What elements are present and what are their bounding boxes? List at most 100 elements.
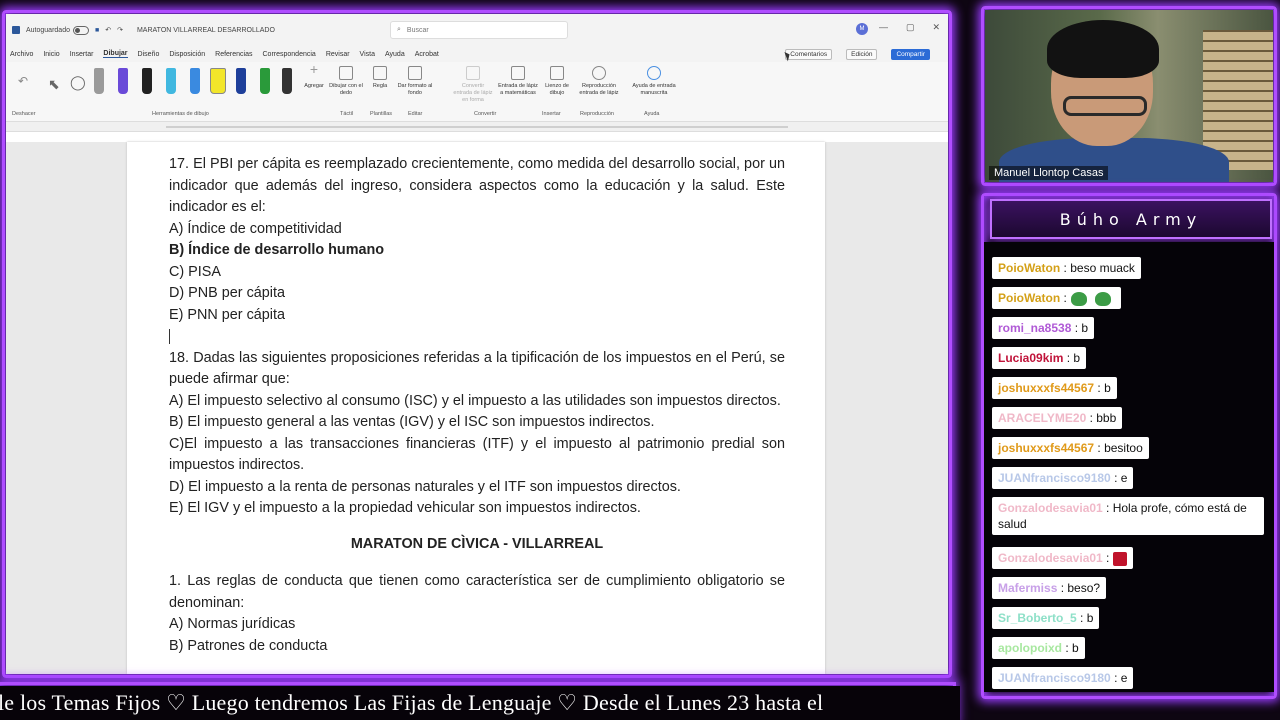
- question-1: 1. Las reglas de conducta que tienen com…: [169, 573, 785, 611]
- chat-message: Gonzalodesavia01 :: [992, 547, 1134, 569]
- presenter-name: Manuel Llontop Casas: [989, 166, 1109, 180]
- autosave-toggle[interactable]: Autoguardado: [26, 25, 89, 35]
- chat-message: JUANfrancisco9180 : e: [992, 467, 1134, 489]
- word-logo-icon: [12, 26, 20, 34]
- option-1b: B) Patrones de conducta: [169, 637, 328, 654]
- pen-gray-icon[interactable]: [94, 68, 104, 94]
- chat-text: : b: [1071, 321, 1089, 335]
- ruler-button[interactable]: Regla: [368, 66, 392, 90]
- toggle-icon: [72, 25, 89, 35]
- ticker-text: le los Temas Fijos ♡ Luego tendremos Las…: [0, 690, 824, 715]
- emote-icon: [1113, 551, 1128, 566]
- add-pen-button[interactable]: + Agregar: [302, 61, 326, 90]
- chat-username[interactable]: Gonzalodesavia01: [998, 501, 1103, 515]
- redo-icon[interactable]: ↷: [117, 26, 123, 34]
- chat-message: ARACELYME20 : bbb: [992, 407, 1123, 429]
- chat-username[interactable]: JUANfrancisco9180: [998, 671, 1111, 685]
- option-18e: E) El IGV y el impuesto a la propiedad v…: [169, 500, 641, 516]
- chat-text: :: [1060, 291, 1067, 305]
- finger-icon: [339, 66, 353, 80]
- undo-ribbon-icon[interactable]: ↶: [18, 74, 28, 88]
- glasses-icon: [1063, 96, 1147, 116]
- chat-text: : b: [1076, 611, 1094, 625]
- convert-shape-button[interactable]: Convertir entrada de lápiz en forma: [452, 66, 494, 104]
- chat-message: Sr_Boberto_5 : b: [992, 607, 1100, 629]
- section-title: MARATON DE CÌVICA - VILLARREAL: [350, 535, 604, 552]
- group-drawing-tools-label: Herramientas de dibujo: [152, 111, 209, 117]
- menu-insertar[interactable]: Insertar: [70, 51, 94, 58]
- pen-green-icon[interactable]: [260, 68, 270, 94]
- maximize-icon[interactable]: ▢: [906, 22, 915, 33]
- chat-text: : bbb: [1086, 411, 1117, 425]
- menu-dibujar[interactable]: Dibujar: [103, 50, 128, 58]
- plus-icon: +: [309, 61, 319, 77]
- edit-mode-button[interactable]: Edición: [846, 48, 878, 60]
- avatar[interactable]: M: [856, 23, 868, 35]
- chat-username[interactable]: Sr_Boberto_5: [998, 611, 1077, 625]
- chat-message: apolopoixd : b: [992, 637, 1085, 659]
- menu-archivo[interactable]: Archivo: [10, 51, 33, 58]
- close-icon[interactable]: ✕: [932, 22, 940, 33]
- pen-purple-icon[interactable]: [118, 68, 128, 94]
- chat-text: : b: [1062, 641, 1079, 655]
- format-background-button[interactable]: Dar formato al fondo: [396, 66, 434, 97]
- chat-message: PoioWaton :: [992, 287, 1121, 309]
- doc-title[interactable]: MARATON VILLARREAL DESARROLLADO: [137, 27, 275, 34]
- document-area: 17. El PBI per cápita es reemplazado cre…: [6, 142, 948, 674]
- pen-blue-icon[interactable]: [190, 68, 200, 94]
- highlighter-yellow-icon[interactable]: [210, 68, 226, 94]
- chat-message: joshuxxxfs44567 : b: [992, 377, 1117, 399]
- pen-navy-icon[interactable]: [236, 68, 246, 94]
- canvas-button[interactable]: Lienzo de dibujo: [542, 66, 572, 97]
- ruler[interactable]: [6, 122, 948, 132]
- share-button[interactable]: Compartir: [891, 48, 930, 60]
- ink-math-button[interactable]: Entrada de lápiz a matemáticas: [496, 66, 540, 97]
- chat-username[interactable]: joshuxxxfs44567: [998, 441, 1094, 455]
- chat-username[interactable]: PoioWaton: [998, 261, 1060, 275]
- menu-correspondencia[interactable]: Correspondencia: [263, 51, 316, 58]
- select-arrow-icon[interactable]: ⬉: [48, 76, 60, 93]
- option-18b: B) El impuesto general a las ventas (IGV…: [169, 414, 655, 430]
- menu-vista[interactable]: Vista: [360, 51, 375, 58]
- menu-acrobat[interactable]: Acrobat: [415, 51, 439, 58]
- chat-message: Gonzalodesavia01 : Hola profe, cómo está…: [992, 497, 1264, 535]
- pen-dark-icon[interactable]: [282, 68, 292, 94]
- undo-icon[interactable]: ↶: [105, 26, 111, 34]
- chat-message: PoioWaton : beso muack: [992, 257, 1141, 279]
- menu-diseno[interactable]: Diseño: [138, 51, 160, 58]
- document-body[interactable]: 17. El PBI per cápita es reemplazado cre…: [169, 154, 785, 657]
- question-17: 17. El PBI per cápita es reemplazado cre…: [169, 156, 785, 215]
- menu-referencias[interactable]: Referencias: [215, 51, 252, 58]
- lasso-icon[interactable]: ◯: [70, 74, 86, 91]
- menu-inicio[interactable]: Inicio: [43, 51, 59, 58]
- chat-message: Lucia09kim : b: [992, 347, 1087, 369]
- chat-username[interactable]: joshuxxxfs44567: [998, 381, 1094, 395]
- document-page[interactable]: 17. El PBI per cápita es reemplazado cre…: [127, 142, 825, 674]
- save-icon[interactable]: ■: [95, 27, 99, 34]
- menu-ayuda[interactable]: Ayuda: [385, 51, 405, 58]
- caret: [169, 328, 170, 344]
- comments-button[interactable]: Comentarios: [785, 48, 833, 60]
- chat-username[interactable]: PoioWaton: [998, 291, 1060, 305]
- search-input[interactable]: ⌕ Buscar: [390, 21, 568, 39]
- replay-button[interactable]: Reproducción entrada de lápiz: [576, 66, 622, 97]
- chat-message: joshuxxxfs44567 : besitoo: [992, 437, 1149, 459]
- chat-username[interactable]: Mafermiss: [998, 581, 1057, 595]
- draw-finger-button[interactable]: Dibujar con el dedo: [328, 66, 364, 97]
- chat-username[interactable]: romi_na8538: [998, 321, 1071, 335]
- group-edit-label: Editar: [408, 111, 423, 117]
- pen-black-icon[interactable]: [142, 68, 152, 94]
- chat-username[interactable]: Lucia09kim: [998, 351, 1063, 365]
- chat-message: JUANfrancisco9180 : e: [992, 667, 1134, 689]
- chat-username[interactable]: ARACELYME20: [998, 411, 1086, 425]
- chat-username[interactable]: Gonzalodesavia01: [998, 551, 1103, 565]
- menu-disposicion[interactable]: Disposición: [169, 51, 205, 58]
- format-bg-icon: [408, 66, 422, 80]
- option-17c: C) PISA: [169, 263, 221, 280]
- chat-username[interactable]: JUANfrancisco9180: [998, 471, 1111, 485]
- minimize-icon[interactable]: —: [879, 22, 888, 33]
- pen-cyan-icon[interactable]: [166, 68, 176, 94]
- ink-help-button[interactable]: Ayuda de entrada manuscrita: [628, 66, 680, 97]
- menu-revisar[interactable]: Revisar: [326, 51, 350, 58]
- chat-username[interactable]: apolopoixd: [998, 641, 1062, 655]
